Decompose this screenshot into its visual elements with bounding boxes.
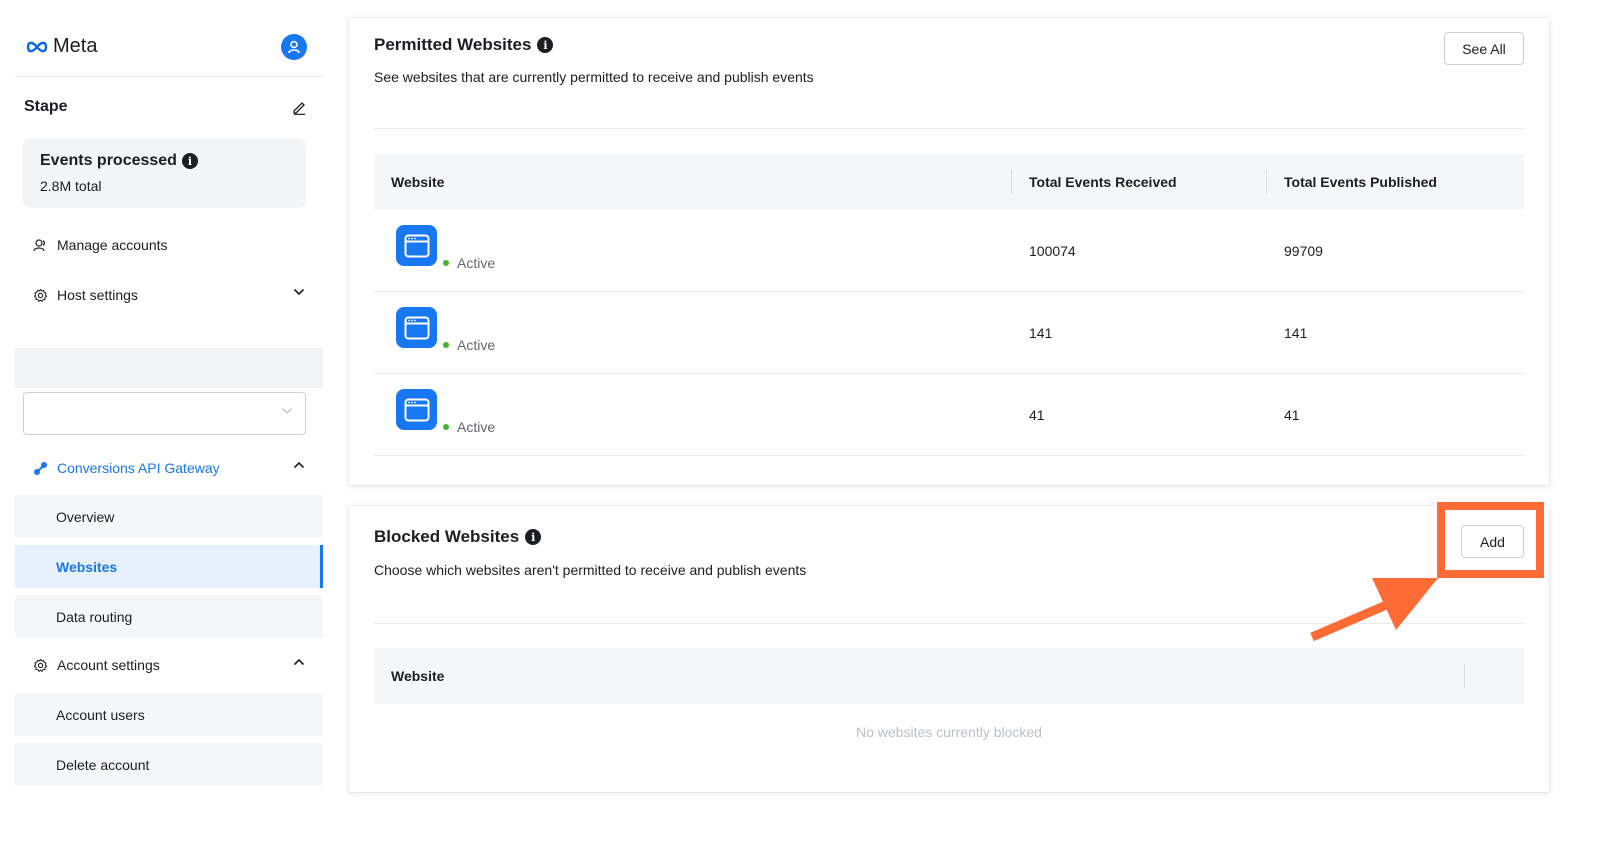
info-icon[interactable]: i: [537, 37, 554, 53]
browser-window-icon: [396, 225, 437, 266]
user-icon: [288, 40, 300, 54]
permitted-websites-description: See websites that are currently permitte…: [374, 69, 814, 85]
events-processed-title: Events processed i: [40, 152, 289, 170]
table-row[interactable]: Active 141 141: [374, 292, 1524, 374]
column-divider: [1011, 170, 1012, 194]
edit-business-button[interactable]: [292, 100, 307, 115]
gear-icon: [32, 657, 48, 673]
card-title-text: Blocked Websites: [374, 527, 520, 546]
column-header-received: Total Events Received: [1029, 174, 1177, 190]
sidebar-item-account-users[interactable]: Account users: [15, 693, 323, 736]
sidebar-divider: [15, 76, 323, 77]
browser-window-icon: [396, 307, 437, 348]
cell-published: 141: [1284, 325, 1308, 341]
blocked-websites-title: Blocked Websites i: [374, 527, 542, 547]
column-divider: [1266, 170, 1267, 194]
browser-window-icon: [396, 389, 437, 430]
column-header-website: Website: [391, 668, 445, 684]
sidebar-item-label: Overview: [56, 508, 115, 525]
see-all-button[interactable]: See All: [1444, 32, 1524, 65]
events-processed-label: Events processed: [40, 152, 177, 169]
blocked-websites-description: Choose which websites aren't permitted t…: [374, 562, 807, 578]
sidebar-item-label: Account users: [56, 706, 145, 723]
status-badge: Active: [443, 337, 495, 353]
sidebar-section-gap: [15, 348, 323, 388]
events-processed-total: 2.8M total: [40, 178, 102, 194]
sidebar-item-label: Delete account: [56, 756, 150, 773]
cell-published: 41: [1284, 407, 1300, 423]
card-title-text: Permitted Websites: [374, 35, 532, 54]
cell-published: 99709: [1284, 243, 1323, 259]
sidebar-item-manage-accounts[interactable]: Manage accounts: [15, 220, 323, 270]
permitted-websites-card: Permitted Websites i See websites that a…: [349, 18, 1549, 485]
status-badge: Active: [443, 419, 495, 435]
sidebar: Meta Stape Events processed i 2.8M total: [15, 18, 323, 806]
sidebar-item-label: Websites: [56, 558, 118, 575]
chevron-down-icon: [293, 288, 305, 296]
status-badge: Active: [443, 255, 495, 271]
add-blocked-website-button[interactable]: Add: [1461, 525, 1524, 558]
business-name: Stape: [24, 98, 68, 115]
chevron-down-icon: [282, 408, 292, 414]
sidebar-item-label: Host settings: [57, 287, 138, 303]
cell-received: 141: [1029, 325, 1053, 341]
info-icon[interactable]: i: [525, 529, 542, 545]
blocked-websites-card: Blocked Websites i Choose which websites…: [349, 506, 1549, 792]
blocked-table-header: Website: [374, 648, 1524, 704]
table-row[interactable]: Active 100074 99709: [374, 210, 1524, 292]
sidebar-item-label: Conversions API Gateway: [57, 460, 220, 476]
sidebar-item-label: Manage accounts: [57, 237, 168, 253]
column-divider: [1464, 664, 1465, 688]
profile-button[interactable]: [281, 34, 307, 60]
meta-logo[interactable]: Meta: [25, 35, 97, 58]
column-header-published: Total Events Published: [1284, 174, 1437, 190]
business-row: Stape: [24, 98, 307, 116]
sidebar-item-conversions-api-gateway[interactable]: Conversions API Gateway: [15, 443, 323, 493]
info-icon[interactable]: i: [181, 153, 198, 169]
sidebar-item-host-settings[interactable]: Host settings: [15, 270, 323, 320]
permitted-websites-title: Permitted Websites i: [374, 35, 554, 55]
gateway-icon: [32, 460, 48, 476]
sidebar-item-label: Data routing: [56, 608, 133, 625]
events-processed-card: Events processed i 2.8M total: [23, 138, 306, 208]
chevron-up-icon: [293, 658, 305, 666]
cell-received: 41: [1029, 407, 1045, 423]
empty-state-text: No websites currently blocked: [856, 724, 1042, 740]
meta-logo-icon: [26, 41, 48, 52]
status-text: Active: [457, 255, 496, 271]
status-text: Active: [457, 337, 496, 353]
sidebar-item-overview[interactable]: Overview: [15, 495, 323, 538]
permitted-table-header: Website Total Events Received Total Even…: [374, 154, 1524, 210]
edit-icon: [293, 101, 305, 115]
divider: [374, 128, 1524, 129]
sidebar-item-label: Account settings: [57, 657, 160, 673]
divider: [374, 623, 1524, 624]
sidebar-item-account-settings[interactable]: Account settings: [15, 640, 323, 690]
status-text: Active: [457, 419, 496, 435]
gear-icon: [32, 287, 48, 303]
sidebar-item-data-routing[interactable]: Data routing: [15, 595, 323, 638]
sidebar-item-websites[interactable]: Websites: [15, 545, 323, 588]
manage-accounts-icon: [32, 237, 48, 253]
cell-received: 100074: [1029, 243, 1076, 259]
status-dot: [443, 342, 449, 348]
sidebar-item-delete-account[interactable]: Delete account: [15, 743, 323, 786]
status-dot: [443, 260, 449, 266]
column-header-website: Website: [391, 174, 445, 190]
account-select[interactable]: [23, 392, 306, 435]
chevron-up-icon: [293, 461, 305, 469]
table-row[interactable]: Active 41 41: [374, 374, 1524, 456]
meta-logo-text: Meta: [53, 35, 98, 57]
status-dot: [443, 424, 449, 430]
